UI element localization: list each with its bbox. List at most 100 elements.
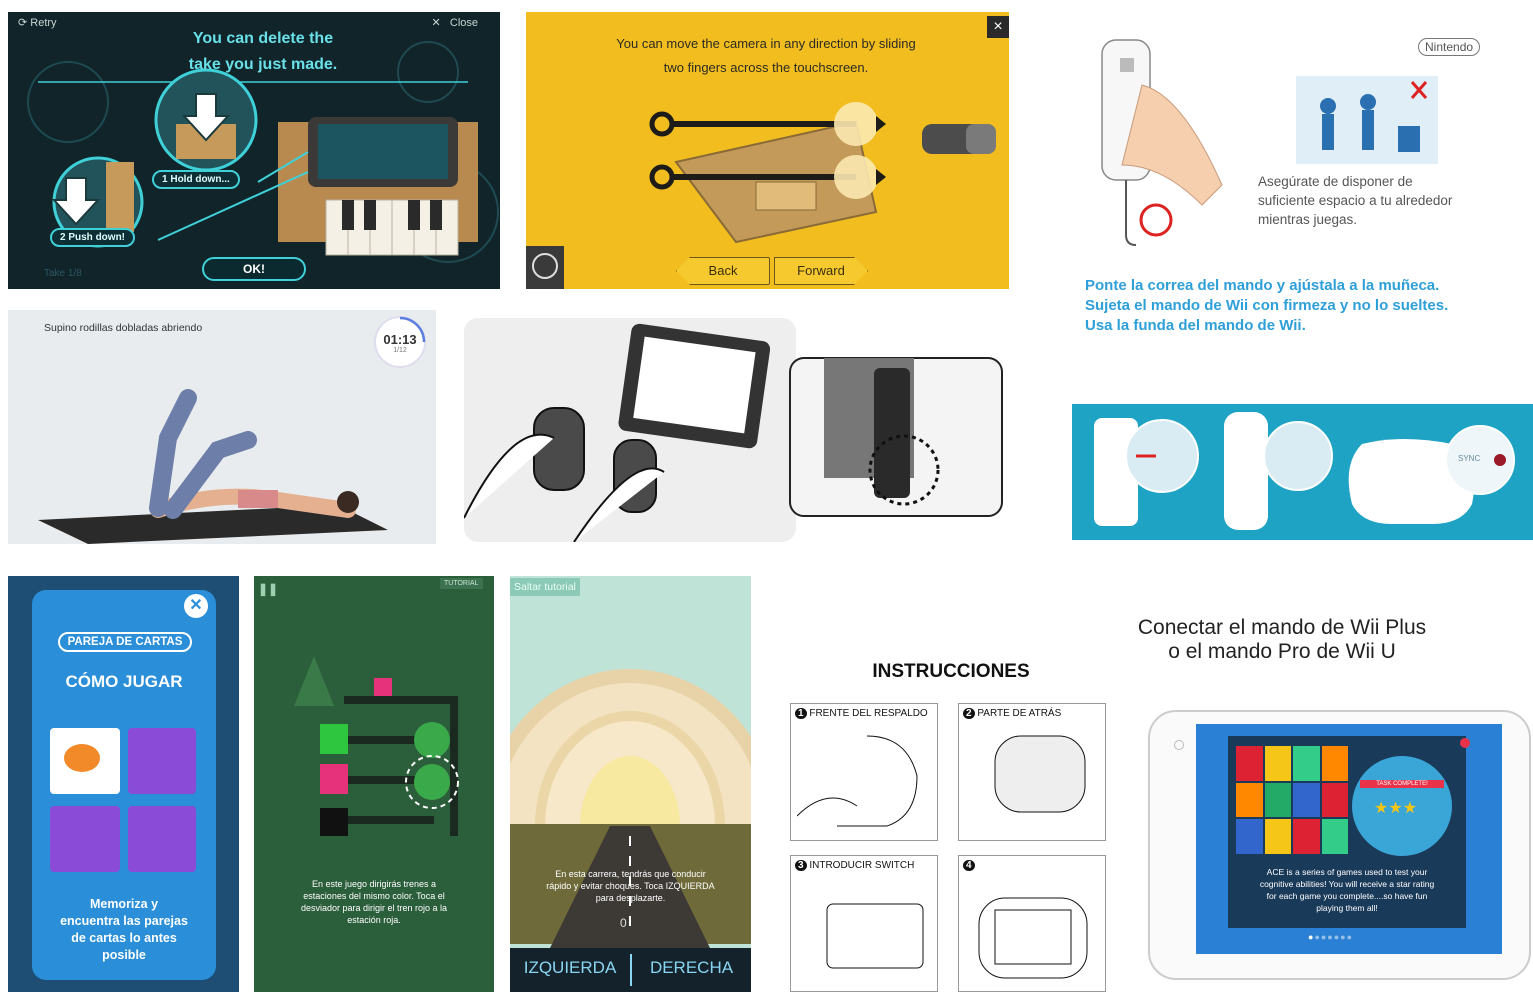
task-complete-ribbon: TASK COMPLETE! (1360, 780, 1444, 788)
text-line: rápido y evitar choques. Toca IZQUIERDA (546, 881, 715, 891)
card-back (128, 728, 196, 794)
description-line: ACE is a series of games used to test yo… (1266, 867, 1428, 877)
step-number: 1 (162, 174, 168, 185)
step-label: Hold down... (170, 174, 230, 185)
instruction-line: encuentra las parejas (60, 914, 188, 928)
road-scene (510, 576, 751, 948)
instructions: Memoriza y encuentra las parejas de cart… (32, 896, 216, 964)
grid-tile (1236, 819, 1263, 854)
left-button[interactable]: IZQUIERDA (510, 958, 630, 978)
step-illustration (978, 897, 1088, 979)
instruction-line: posible (102, 948, 146, 962)
step-number: 2 (963, 708, 975, 719)
text-line: desviador para dirigir el tren rojo a la (300, 903, 448, 913)
kickstand-illustration (464, 318, 1003, 542)
ok-button[interactable]: OK! (202, 257, 306, 281)
retry-label: Retry (30, 17, 57, 29)
tutorial-text: En este juego dirigirás trenes a estacio… (274, 878, 474, 926)
right-button[interactable]: DERECHA (632, 958, 751, 978)
close-button[interactable]: ✕ Close (431, 16, 478, 29)
description-line: for each game you complete....so have fu… (1266, 891, 1428, 901)
exercise-title: Supino rodillas dobladas abriendo (44, 322, 203, 334)
caption-line: You can delete the (192, 30, 334, 47)
exercise-figure (38, 389, 388, 544)
step-number: 4 (963, 860, 975, 871)
racing-game-tutorial: Saltar tutorial En esta carrera, tendrás… (510, 576, 751, 992)
step-push-down: 2 Push down! (50, 228, 136, 247)
step-panel: 2 PARTE DE ATRÁS (958, 703, 1106, 841)
grid-tile (1236, 782, 1263, 818)
instruction-line: Memoriza y (89, 897, 159, 911)
grid-tile (1264, 782, 1291, 818)
grid-tile (1321, 746, 1348, 781)
timer-progress (374, 316, 426, 368)
text-line: estaciones del mismo color. Toca el (303, 891, 445, 901)
camera-tutorial: × You can move the camera in any directi… (526, 12, 1009, 289)
fish-icon (64, 744, 100, 772)
wii-sync-diagram: SYNC (1072, 404, 1533, 540)
text-line: En este juego dirigirás trenes a (311, 879, 437, 889)
step-number: 3 (795, 860, 807, 871)
page-dots[interactable]: ●●●●●●● (1308, 932, 1353, 942)
take-counter: Take 1/8 (44, 268, 82, 279)
card-back (50, 806, 120, 872)
switch-kickstand-diagram (464, 318, 1006, 542)
step-illustration (826, 903, 924, 969)
back-button[interactable]: Back (676, 257, 770, 285)
instruction-line: de cartas lo antes (71, 931, 177, 945)
step-illustration (994, 735, 1086, 813)
headrest-instructions: INSTRUCCIONES 1 FRENTE DEL RESPALDO 2 PA… (786, 655, 1116, 992)
skip-tutorial-button[interactable]: Saltar tutorial (510, 578, 580, 596)
step-label: INTRODUCIR SWITCH (809, 860, 915, 871)
step-caption: 4 (963, 860, 975, 871)
safety-note: Asegúrate de disponer de suficiente espa… (1258, 172, 1452, 229)
step-caption: 1 FRENTE DEL RESPALDO (795, 708, 928, 719)
close-label: Close (449, 17, 478, 29)
step-label: Push down! (68, 232, 126, 243)
close-icon[interactable] (1460, 738, 1470, 748)
step-label: PARTE DE ATRÁS (977, 708, 1062, 719)
score-counter: 0 (620, 916, 627, 930)
close-button[interactable]: × (987, 16, 1009, 38)
safety-line: Asegúrate de disponer de (1258, 174, 1413, 189)
close-icon[interactable]: ✕ (184, 594, 208, 618)
step-hold-down: 1 Hold down... (152, 170, 240, 189)
step-panel: 4 (958, 855, 1106, 992)
instruction-line: Sujeta el mando de Wii con firmeza y no … (1085, 297, 1449, 314)
sync-label: SYNC (1458, 454, 1481, 463)
step-panel: 1 FRENTE DEL RESPALDO (790, 703, 938, 841)
controllers-illustration (1094, 412, 1515, 530)
wii-remote-illustration (1101, 39, 1438, 246)
retry-button[interactable]: ⟳ Retry (18, 16, 57, 29)
grid-tile (1321, 782, 1348, 818)
game-badge: PAREJA DE CARTAS (58, 632, 192, 652)
title-line: o el mando Pro de Wii U (1168, 640, 1396, 663)
description-line: cognitive abilities! You will receive a … (1259, 879, 1435, 889)
guide-title: Conectar el mando de Wii Plus o el mando… (1116, 616, 1448, 664)
how-to-play-heading: CÓMO JUGAR (65, 672, 183, 691)
star-rating-icon: ★★★ (1374, 800, 1418, 817)
step-caption: 3 INTRODUCIR SWITCH (795, 860, 914, 871)
forward-button[interactable]: Forward (774, 257, 868, 285)
text-line: para desplazarte. (595, 893, 666, 903)
wii-strap-instructions: Nintendo Asegúrate de disponer de sufici… (1072, 30, 1532, 340)
text-line: En esta carrera, tendrás que conducir (555, 869, 706, 879)
game-description: ACE is a series of games used to test yo… (1236, 866, 1458, 914)
step-illustration (797, 735, 918, 827)
pause-icon[interactable]: ❚❚ (258, 582, 278, 596)
caption-line: two fingers across the touchscreen. (663, 60, 869, 75)
grid-tile (1293, 819, 1320, 854)
caption-line: take you just made. (188, 56, 338, 73)
step-number: 2 (60, 232, 66, 243)
step-number: 1 (795, 708, 807, 719)
grid-tile (1236, 746, 1263, 781)
instruction-line: Usa la funda del mando de Wii. (1085, 317, 1306, 334)
step-caption: 2 PARTE DE ATRÁS (963, 708, 1061, 719)
caption: You can delete the take you just made. (138, 26, 388, 78)
train-game-tutorial: ❚❚ TUTORIAL En este juego dirigirás tren… (254, 576, 494, 992)
home-button-icon (1174, 740, 1184, 750)
grid-tile (1293, 746, 1320, 781)
game-grid (1236, 746, 1348, 854)
train-tracks (294, 656, 459, 836)
tutorial-tag: TUTORIAL (440, 578, 483, 589)
